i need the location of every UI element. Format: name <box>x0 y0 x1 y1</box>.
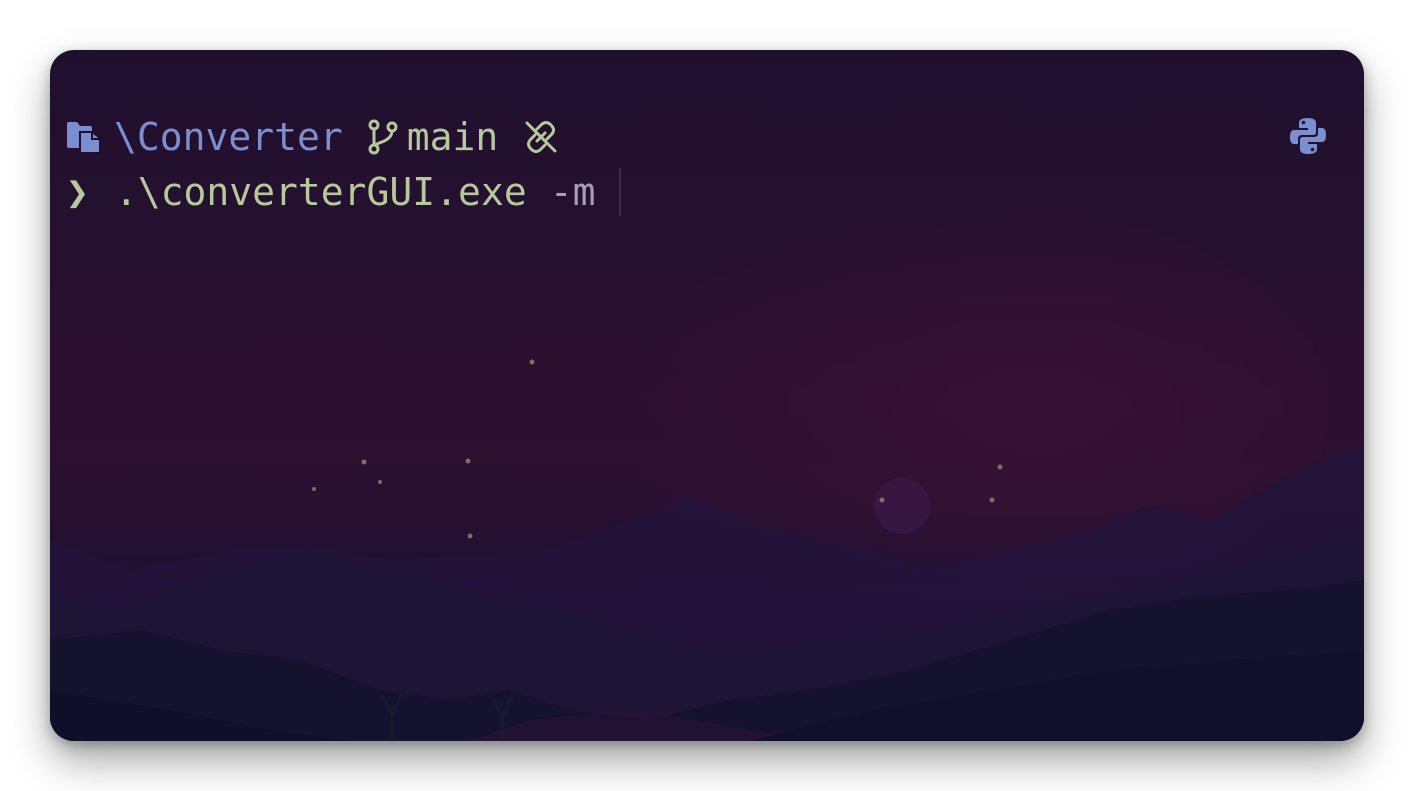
python-icon <box>1288 116 1328 161</box>
command-line[interactable]: ❯ .\converterGUI.exe -m <box>66 167 622 217</box>
prompt-symbol: ❯ <box>66 170 89 214</box>
command-argument: -m <box>549 170 596 214</box>
git-branch-icon <box>367 119 399 155</box>
unlinked-icon <box>524 120 558 154</box>
screen: \Converter main ❯ .\converterGUI.exe -m <box>0 0 1414 791</box>
folder-icon <box>66 120 102 154</box>
git-branch-name: main <box>406 115 499 159</box>
command-executable: .\converterGUI.exe <box>114 170 527 214</box>
moon <box>874 478 930 534</box>
current-directory: \Converter <box>114 115 343 159</box>
text-cursor <box>619 168 622 216</box>
prompt-line: \Converter main <box>66 112 558 162</box>
terminal-window[interactable]: \Converter main ❯ .\converterGUI.exe -m <box>50 50 1364 741</box>
